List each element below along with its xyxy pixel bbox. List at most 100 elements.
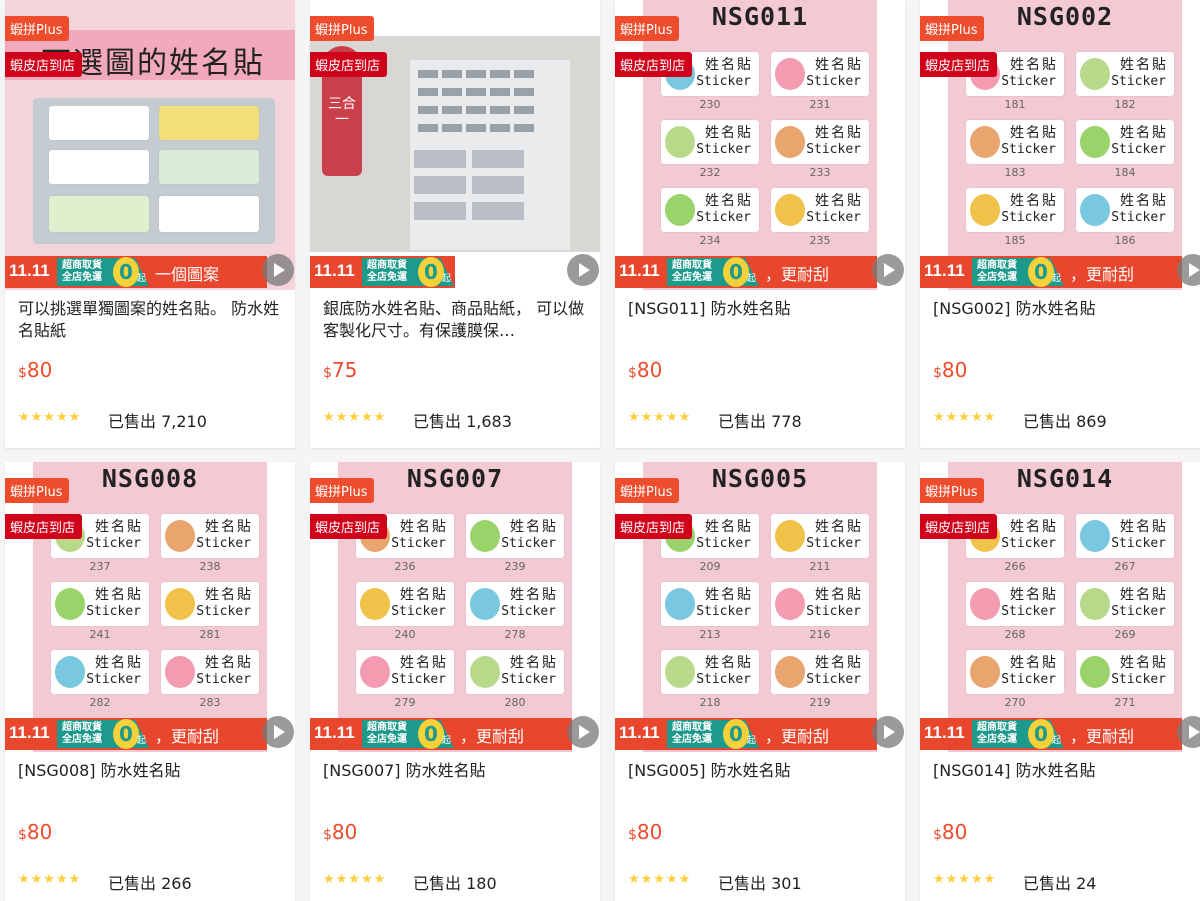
mini-sticker: [514, 106, 534, 114]
mini-sticker: [490, 124, 510, 132]
price-value: 80: [331, 820, 358, 844]
shop-pickup-tag: 蝦皮店到店: [5, 514, 83, 539]
promo-qi: 起: [137, 274, 147, 284]
star-rating-icon: ★★★★★: [18, 872, 82, 887]
name-sticker-sample: 姓名貼 Sticker: [966, 650, 1064, 694]
product-thumbnail[interactable]: NSG005 姓名貼 Sticker 209 姓名貼 Sticker 211 姓名貼 Stic…: [615, 462, 905, 752]
name-sticker-sample: 姓名貼 Sticker: [356, 650, 454, 694]
shopee-plus-tag: 蝦拼Plus: [615, 478, 680, 503]
product-title[interactable]: [NSG002] 防水姓名貼: [933, 298, 1199, 320]
product-title[interactable]: [NSG014] 防水姓名貼: [933, 760, 1199, 782]
product-card[interactable]: 可選圖的姓名貼 蝦拼Plus 蝦皮店到店 11.11 超商取貨 全店免運 0 起…: [5, 0, 295, 448]
sold-count: 已售出 180: [413, 874, 497, 893]
sticker-number: 267: [1114, 560, 1136, 573]
shopee-plus-tag: 蝦拼Plus: [920, 478, 985, 503]
product-thumbnail[interactable]: NSG008 姓名貼 Sticker 237 姓名貼 Sticker 238 姓名貼 Stic…: [5, 462, 295, 752]
sticker-character-icon: [970, 194, 1000, 226]
name-sticker-sample: 姓名貼 Sticker: [161, 650, 259, 694]
sticker-character-icon: [775, 588, 805, 620]
name-sticker-sample: 姓名貼 Sticker: [966, 582, 1064, 626]
name-sticker-sample: 姓名貼 Sticker: [661, 188, 759, 232]
shipping-line1: 超商取貨: [62, 260, 102, 271]
promo-zero: 0: [723, 257, 749, 287]
sticker-name-text: 姓名貼: [815, 587, 863, 603]
sticker-en-text: Sticker: [501, 672, 556, 687]
sticker-number: 278: [504, 628, 526, 641]
product-title[interactable]: [NSG011] 防水姓名貼: [628, 298, 894, 320]
sold-count: 已售出 7,210: [108, 412, 207, 431]
product-price: $80: [933, 820, 967, 844]
shop-pickup-tag: 蝦皮店到店: [310, 52, 388, 77]
product-title[interactable]: [NSG005] 防水姓名貼: [628, 760, 894, 782]
play-video-icon[interactable]: [567, 254, 599, 286]
product-thumbnail[interactable]: NSG002 姓名貼 Sticker 181 姓名貼 Sticker 182 姓名貼 Stic…: [920, 0, 1200, 290]
sticker-name-text: 姓名貼: [1010, 193, 1058, 209]
sample-sticker: [49, 150, 149, 184]
sticker-name-text: 姓名貼: [705, 587, 753, 603]
mini-sticker: [466, 70, 486, 78]
thumbnail-background: NSG005 姓名貼 Sticker 209 姓名貼 Sticker 211 姓名貼 Stic…: [643, 462, 877, 752]
name-sticker-sample: 姓名貼 Sticker: [161, 582, 259, 626]
product-title[interactable]: [NSG007] 防水姓名貼: [323, 760, 589, 782]
sticker-name-text: 姓名貼: [205, 655, 253, 671]
play-video-icon[interactable]: [872, 716, 904, 748]
play-video-icon[interactable]: [872, 254, 904, 286]
sticker-name-text: 姓名貼: [1120, 655, 1168, 671]
sticker-character-icon: [470, 588, 500, 620]
name-sticker: [472, 176, 524, 194]
promo-event: 11.11: [924, 723, 965, 742]
sticker-character-icon: [665, 126, 695, 158]
sold-count: 已售出 778: [718, 412, 802, 431]
product-card[interactable]: NSG014 姓名貼 Sticker 266 姓名貼 Sticker 267 姓名貼 Stic…: [920, 462, 1200, 901]
promo-tail: ，更耐刮: [1070, 265, 1135, 284]
product-price: $80: [323, 820, 357, 844]
product-title[interactable]: 銀底防水姓名貼、商品貼紙， 可以做客製化尺寸。有保護膜保…: [323, 298, 589, 342]
sticker-en-text: Sticker: [696, 210, 751, 225]
sticker-character-icon: [665, 194, 695, 226]
promo-banner: 11.11 超商取貨 全店免運 0 起 ，更耐刮: [310, 718, 572, 750]
promo-event: 11.11: [314, 723, 355, 742]
mini-sticker: [442, 124, 462, 132]
name-sticker-sample: 姓名貼 Sticker: [466, 582, 564, 626]
product-card[interactable]: NSG011 姓名貼 Sticker 230 姓名貼 Sticker 231 姓名貼 Stic…: [615, 0, 905, 448]
play-video-icon[interactable]: [262, 716, 294, 748]
sticker-en-text: Sticker: [501, 604, 556, 619]
product-card[interactable]: NSG007 姓名貼 Sticker 236 姓名貼 Sticker 239 姓名貼 Stic…: [310, 462, 600, 901]
promo-zero: 0: [1028, 257, 1054, 287]
name-sticker-sample: 姓名貼 Sticker: [466, 650, 564, 694]
sticker-en-text: Sticker: [196, 672, 251, 687]
product-title[interactable]: 可以挑選單獨圖案的姓名貼。 防水姓名貼紙: [18, 298, 284, 342]
promo-qi: 起: [137, 736, 147, 746]
sticker-number: 234: [699, 234, 721, 247]
product-card[interactable]: NSG002 姓名貼 Sticker 181 姓名貼 Sticker 182 姓名貼 Stic…: [920, 0, 1200, 448]
mini-sticker: [514, 124, 534, 132]
sticker-en-text: Sticker: [391, 604, 446, 619]
name-sticker-sample: 姓名貼 Sticker: [771, 120, 869, 164]
shop-pickup-tag: 蝦皮店到店: [920, 52, 998, 77]
product-thumbnail[interactable]: NSG007 姓名貼 Sticker 236 姓名貼 Sticker 239 姓名貼 Stic…: [310, 462, 600, 752]
price-value: 80: [26, 820, 53, 844]
product-card[interactable]: 三合一 蝦拼Plus 蝦皮店到店 11.11 超商取貨 全店免運 0 起 銀底防…: [310, 0, 600, 448]
sticker-character-icon: [360, 656, 390, 688]
shipping-line1: 超商取貨: [367, 260, 407, 271]
product-thumbnail[interactable]: NSG014 姓名貼 Sticker 266 姓名貼 Sticker 267 姓名貼 Stic…: [920, 462, 1200, 752]
product-card[interactable]: NSG008 姓名貼 Sticker 237 姓名貼 Sticker 238 姓名貼 Stic…: [5, 462, 295, 901]
sticker-en-text: Sticker: [696, 142, 751, 157]
product-card[interactable]: NSG005 姓名貼 Sticker 209 姓名貼 Sticker 211 姓名貼 Stic…: [615, 462, 905, 901]
product-thumbnail[interactable]: 可選圖的姓名貼: [5, 0, 295, 290]
sticker-character-icon: [970, 656, 1000, 688]
sample-sticker: [49, 106, 149, 140]
product-thumbnail[interactable]: NSG011 姓名貼 Sticker 230 姓名貼 Sticker 231 姓名貼 Stic…: [615, 0, 905, 290]
name-sticker-sample: 姓名貼 Sticker: [1076, 650, 1174, 694]
play-video-icon[interactable]: [262, 254, 294, 286]
sticker-name-text: 姓名貼: [1120, 57, 1168, 73]
shopee-plus-tag: 蝦拼Plus: [5, 16, 70, 41]
sticker-character-icon: [165, 588, 195, 620]
sold-count: 已售出 266: [108, 874, 192, 893]
promo-zero: 0: [723, 719, 749, 749]
promo-zero: 0: [113, 719, 139, 749]
product-thumbnail[interactable]: 三合一: [310, 0, 600, 290]
shipping-line2: 全店免運: [672, 734, 712, 745]
product-title[interactable]: [NSG008] 防水姓名貼: [18, 760, 284, 782]
play-video-icon[interactable]: [567, 716, 599, 748]
